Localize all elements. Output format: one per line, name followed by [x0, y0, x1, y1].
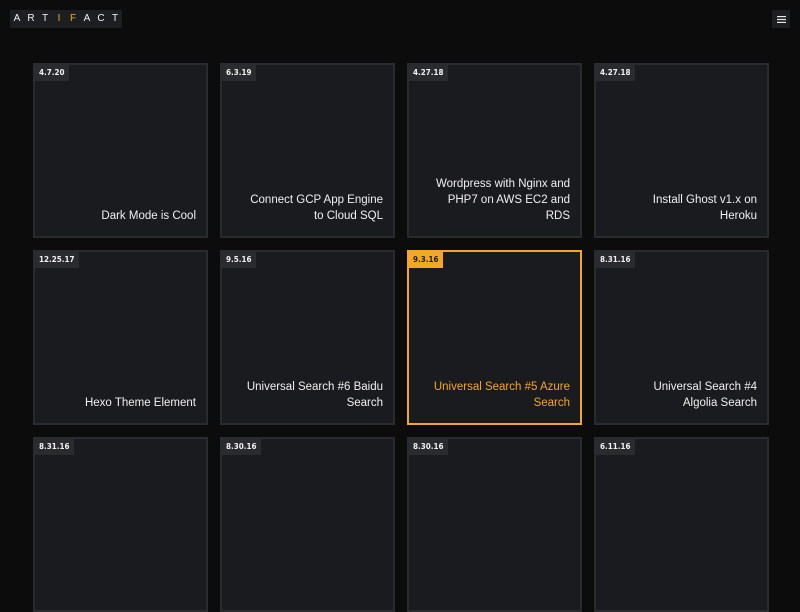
post-date-badge: 8.30.16 [409, 439, 448, 455]
post-date-badge: 12.25.17 [35, 252, 79, 268]
logo-letter: R [24, 10, 38, 28]
logo-letter: T [38, 10, 52, 28]
post-card[interactable]: 8.31.16 Universal Search #4 Algolia Searc… [594, 250, 769, 425]
post-card[interactable]: 12.25.17 Hexo Theme Element [33, 250, 208, 425]
post-card[interactable]: 9.3.16 Universal Search #5 Azure Search [407, 250, 582, 425]
post-date-badge: 9.5.16 [222, 252, 256, 268]
post-title[interactable]: Install Ghost v1.x on Heroku [617, 192, 757, 224]
post-card[interactable]: 4.7.20 Dark Mode is Cool [33, 63, 208, 238]
post-date-badge: 6.3.19 [222, 65, 256, 81]
post-date-badge: 4.27.18 [596, 65, 635, 81]
post-card[interactable]: 6.3.19 Connect GCP App Engine to Cloud SQ… [220, 63, 395, 238]
post-title[interactable]: Universal Search #5 Azure Search [430, 379, 570, 411]
logo-letter: F [66, 10, 80, 28]
post-date-badge: 8.30.16 [222, 439, 261, 455]
post-date-badge: 4.27.18 [409, 65, 448, 81]
post-grid: 4.7.20 Dark Mode is Cool 6.3.19 Connect GCP… [33, 63, 769, 612]
post-card[interactable]: 6.11.16 [594, 437, 769, 612]
post-card[interactable]: 8.30.16 [220, 437, 395, 612]
post-card[interactable]: 4.27.18 Wordpress with Nginx and PHP7 on … [407, 63, 582, 238]
post-card[interactable]: 4.27.18 Install Ghost v1.x on Heroku [594, 63, 769, 238]
post-date-badge: 4.7.20 [35, 65, 69, 81]
menu-button[interactable] [772, 10, 790, 28]
post-title[interactable]: Hexo Theme Element [56, 395, 196, 411]
post-title[interactable]: Connect GCP App Engine to Cloud SQL [243, 192, 383, 224]
post-date-badge: 6.11.16 [596, 439, 635, 455]
logo-letter: T [108, 10, 122, 28]
post-date-badge: 8.31.16 [596, 252, 635, 268]
logo-letter: C [94, 10, 108, 28]
post-title[interactable]: Universal Search #6 Baidu Search [243, 379, 383, 411]
logo-letter: A [10, 10, 24, 28]
post-date-badge: 9.3.16 [409, 252, 443, 268]
logo-letter: I [52, 10, 66, 28]
post-title[interactable]: Wordpress with Nginx and PHP7 on AWS EC2… [430, 176, 570, 224]
post-card[interactable]: 8.30.16 [407, 437, 582, 612]
site-logo[interactable]: A R T I F A C T [10, 10, 122, 28]
post-title[interactable]: Universal Search #4 Algolia Search [617, 379, 757, 411]
post-date-badge: 8.31.16 [35, 439, 74, 455]
hamburger-menu-icon [776, 15, 786, 23]
logo-letter: A [80, 10, 94, 28]
post-card[interactable]: 9.5.16 Universal Search #6 Baidu Search [220, 250, 395, 425]
post-card[interactable]: 8.31.16 [33, 437, 208, 612]
post-title[interactable]: Dark Mode is Cool [56, 208, 196, 224]
